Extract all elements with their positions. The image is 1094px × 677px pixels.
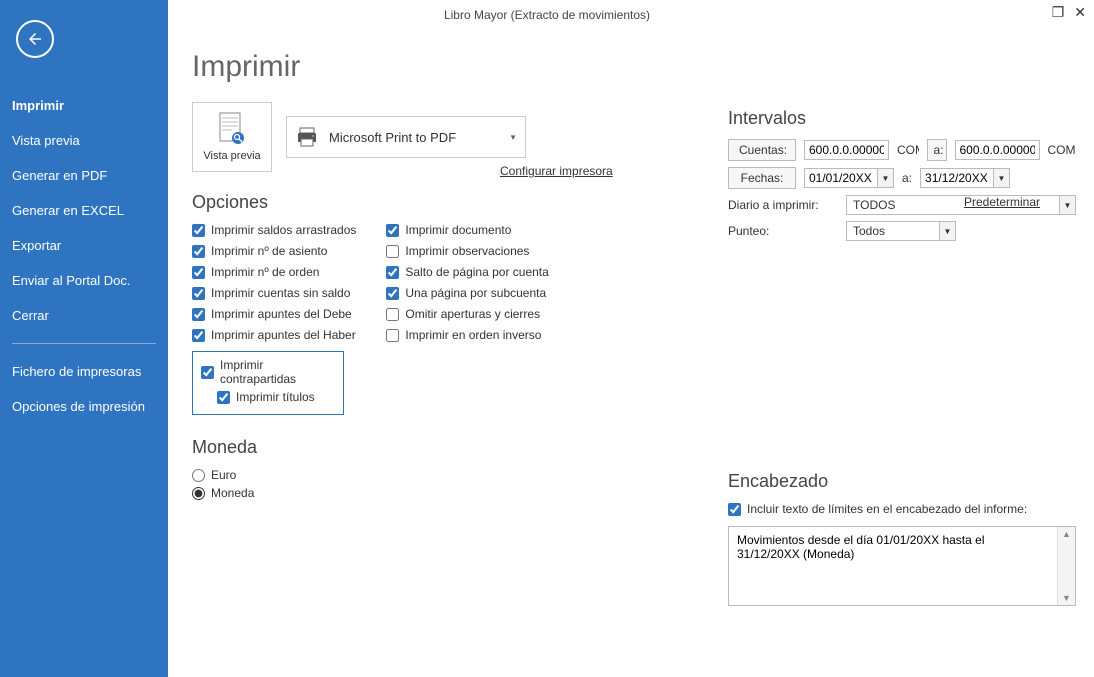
diario-label: Diario a imprimir:: [728, 198, 838, 212]
chk-pagina-subcuenta[interactable]: Una página por subcuenta: [386, 286, 548, 300]
encabezado-heading: Encabezado: [728, 471, 1076, 492]
diario-value: TODOS: [847, 196, 1059, 214]
right-panel: Intervalos Cuentas: COMPRAS DE MER a: CO…: [728, 94, 1076, 606]
chk-observaciones[interactable]: Imprimir observaciones: [386, 244, 548, 258]
sidebar-item-imprimir[interactable]: Imprimir: [0, 88, 168, 123]
chevron-down-icon[interactable]: ▼: [1059, 196, 1075, 214]
chk-saldos-arrastrados[interactable]: Imprimir saldos arrastrados: [192, 223, 356, 237]
opciones-col2: Imprimir documento Imprimir observacione…: [386, 223, 548, 415]
fecha-from-combo[interactable]: ▼: [804, 168, 894, 188]
chk-salto-pagina[interactable]: Salto de página por cuenta: [386, 265, 548, 279]
chk-orden-inverso[interactable]: Imprimir en orden inverso: [386, 328, 548, 342]
chevron-down-icon[interactable]: ▼: [939, 222, 955, 240]
a-button-cuentas[interactable]: a:: [927, 139, 947, 161]
sidebar-item-opciones-impresion[interactable]: Opciones de impresión: [0, 389, 168, 424]
encabezado-textarea-wrap: ▲▼: [728, 526, 1076, 606]
vista-previa-button[interactable]: Vista previa: [192, 102, 272, 172]
printer-icon: [295, 125, 319, 149]
chk-num-asiento[interactable]: Imprimir nº de asiento: [192, 244, 356, 258]
cuenta-to-input[interactable]: [955, 140, 1040, 160]
chk-documento[interactable]: Imprimir documento: [386, 223, 548, 237]
back-button[interactable]: [16, 20, 54, 58]
chk-cuentas-sin-saldo[interactable]: Imprimir cuentas sin saldo: [192, 286, 356, 300]
sidebar-separator: [12, 343, 156, 344]
sidebar-item-fichero-impresoras[interactable]: Fichero de impresoras: [0, 354, 168, 389]
fecha-to-combo[interactable]: ▼: [920, 168, 1010, 188]
sidebar-item-generar-pdf[interactable]: Generar en PDF: [0, 158, 168, 193]
restore-icon[interactable]: ❐: [1052, 4, 1065, 21]
chk-apuntes-debe[interactable]: Imprimir apuntes del Debe: [192, 307, 356, 321]
sidebar-item-enviar-portal[interactable]: Enviar al Portal Doc.: [0, 263, 168, 298]
chevron-down-icon: ▼: [509, 133, 517, 142]
punteo-value: Todos: [847, 222, 939, 240]
highlight-group: Imprimir contrapartidas Imprimir títulos: [192, 351, 344, 415]
configurar-impresora-link[interactable]: Configurar impresora: [500, 164, 613, 178]
sidebar-item-generar-excel[interactable]: Generar en EXCEL: [0, 193, 168, 228]
cuentas-button[interactable]: Cuentas:: [728, 139, 796, 161]
encabezado-section: Encabezado Incluir texto de límites en e…: [728, 471, 1076, 606]
chk-omitir-aperturas[interactable]: Omitir aperturas y cierres: [386, 307, 548, 321]
scroll-up-icon[interactable]: ▲: [1062, 529, 1071, 539]
intervalos-heading: Intervalos: [728, 108, 1076, 129]
chk-incluir-texto-limites[interactable]: Incluir texto de límites en el encabezad…: [728, 502, 1076, 516]
chk-apuntes-haber[interactable]: Imprimir apuntes del Haber: [192, 328, 356, 342]
scroll-down-icon[interactable]: ▼: [1062, 593, 1071, 603]
sidebar-item-cerrar[interactable]: Cerrar: [0, 298, 168, 333]
opciones-col1: Imprimir saldos arrastrados Imprimir nº …: [192, 223, 356, 415]
cuenta-to-desc: COMPRAS DE MERC: [1048, 143, 1077, 157]
printer-selector[interactable]: Microsoft Print to PDF ▼: [286, 116, 526, 158]
punteo-label: Punteo:: [728, 224, 838, 238]
page-title: Imprimir: [192, 50, 1070, 84]
arrow-left-icon: [26, 30, 44, 48]
punteo-combo[interactable]: Todos▼: [846, 221, 956, 241]
chevron-down-icon[interactable]: ▼: [993, 169, 1009, 187]
document-preview-icon: [218, 112, 246, 146]
printer-name: Microsoft Print to PDF: [329, 130, 456, 145]
scrollbar[interactable]: ▲▼: [1057, 527, 1075, 605]
encabezado-textarea[interactable]: [729, 527, 1057, 605]
vista-previa-label: Vista previa: [203, 150, 260, 162]
chk-titulos[interactable]: Imprimir títulos: [217, 390, 335, 404]
cuenta-from-desc: COMPRAS DE MER: [897, 143, 919, 157]
cuenta-from-input[interactable]: [804, 140, 889, 160]
sidebar-item-exportar[interactable]: Exportar: [0, 228, 168, 263]
fecha-from-input[interactable]: [805, 169, 877, 187]
intervalos-section: Cuentas: COMPRAS DE MER a: COMPRAS DE ME…: [728, 139, 1076, 241]
close-icon[interactable]: ✕: [1074, 4, 1086, 21]
sidebar-item-vista-previa[interactable]: Vista previa: [0, 123, 168, 158]
fecha-to-input[interactable]: [921, 169, 993, 187]
window-title: Libro Mayor (Extracto de movimientos): [444, 8, 650, 22]
chk-contrapartidas[interactable]: Imprimir contrapartidas: [201, 358, 335, 386]
fechas-button[interactable]: Fechas:: [728, 167, 796, 189]
a-label-fechas: a:: [902, 171, 912, 185]
main-panel: Imprimir Vista previa Microsoft Print to…: [168, 30, 1094, 677]
chk-num-orden[interactable]: Imprimir nº de orden: [192, 265, 356, 279]
window-controls: ❐ ✕: [1052, 4, 1086, 21]
diario-combo[interactable]: TODOS▼: [846, 195, 1076, 215]
sidebar: Imprimir Vista previa Generar en PDF Gen…: [0, 0, 168, 677]
chevron-down-icon[interactable]: ▼: [877, 169, 893, 187]
